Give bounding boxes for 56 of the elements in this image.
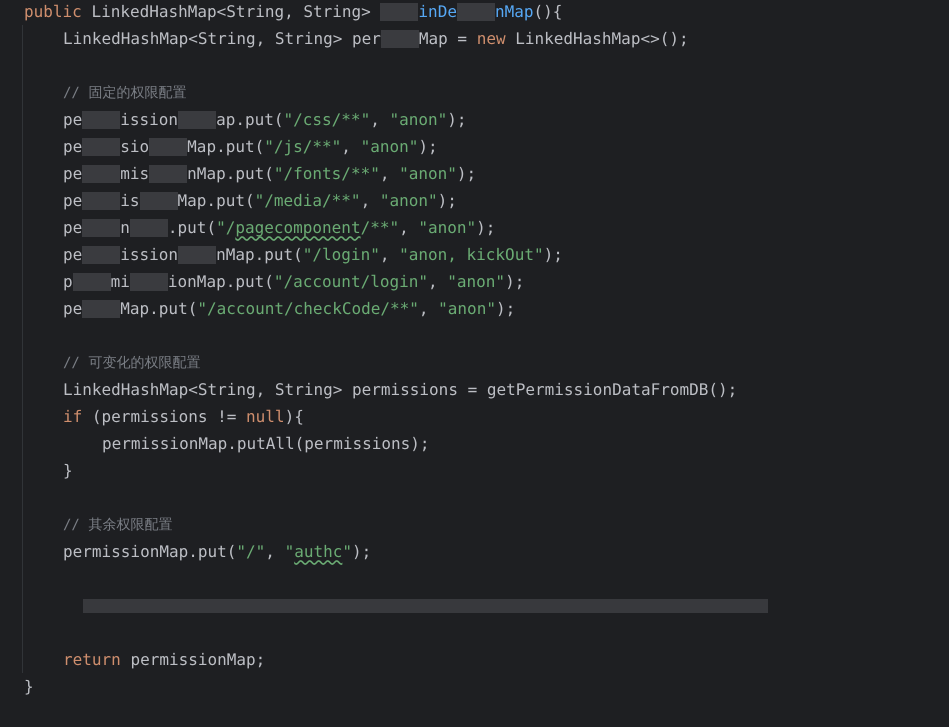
- redaction-blur: [140, 192, 178, 210]
- code-text: pe: [63, 108, 82, 130]
- code-text: pe: [63, 244, 82, 266]
- redaction-blur: [82, 218, 120, 236]
- redaction-blur: [380, 2, 418, 20]
- code-comment: // 其余权限配置: [63, 516, 172, 535]
- redaction-blur: [149, 138, 188, 156]
- redaction-blur: [82, 246, 120, 264]
- code-text: }: [24, 676, 34, 698]
- code-text: nMap.put("/fonts/**", "anon");: [187, 162, 476, 184]
- redaction-blur: [178, 110, 216, 128]
- code-text: return permissionMap;: [63, 648, 266, 670]
- code-text: LinkedHashMap<String, String> permissions = getPermissionDataFromDB();: [63, 378, 738, 400]
- code-text: Map.put("/js/**", "anon");: [187, 136, 438, 158]
- redaction-blur: [82, 110, 120, 128]
- code-text: public LinkedHashMap<String, String>: [24, 0, 372, 22]
- code-text: ap.put("/css/**", "anon");: [216, 108, 467, 130]
- code-text: ission: [120, 244, 178, 266]
- redaction-blur: [130, 218, 168, 236]
- redaction-blur: [82, 300, 120, 318]
- redaction-blur: [149, 164, 188, 182]
- code-text: mis: [120, 162, 150, 184]
- redaction-blur: [82, 138, 120, 156]
- code-text: permissionMap.put("/", "authc");: [63, 540, 372, 562]
- code-text: inDe: [418, 0, 457, 22]
- code-text: pe: [63, 298, 82, 320]
- redaction-blur: [82, 192, 120, 210]
- redaction-blur: [380, 30, 419, 48]
- redaction-blur: [456, 2, 495, 20]
- code-text: LinkedHashMap<String, String> per: [63, 28, 381, 50]
- redaction-blur: [82, 164, 120, 182]
- code-text: pe: [63, 190, 82, 212]
- code-text: if (permissions != null){: [63, 406, 304, 428]
- code-text: }: [63, 460, 73, 482]
- code-text: pe: [63, 162, 82, 184]
- code-text: ionMap.put("/account/login", "anon");: [168, 270, 524, 292]
- code-text: is: [120, 190, 140, 212]
- code-comment: // 固定的权限配置: [63, 84, 186, 103]
- code-text: Map = new LinkedHashMap<>();: [418, 28, 689, 50]
- code-text: Map.put("/media/**", "anon");: [178, 190, 457, 212]
- code-text: pe: [63, 216, 82, 238]
- code-text: mi: [110, 270, 130, 292]
- code-text: ission: [120, 108, 178, 130]
- code-text: nMap(){: [494, 0, 562, 22]
- code-text: p: [63, 270, 73, 292]
- redaction-blur: [130, 272, 168, 290]
- code-text: sio: [120, 136, 150, 158]
- redaction-blur: [72, 272, 111, 290]
- code-text: nMap.put("/login", "anon, kickOut");: [216, 244, 563, 266]
- code-text: permissionMap.putAll(permissions);: [102, 432, 430, 454]
- code-text: .put("/pagecomponent/**", "anon");: [168, 216, 496, 238]
- code-text: pe: [63, 136, 82, 158]
- code-text: n: [120, 216, 130, 238]
- code-text: Map.put("/account/checkCode/**", "anon");: [120, 298, 516, 320]
- code-comment: // 可变化的权限配置: [63, 354, 200, 373]
- redaction-blur: [178, 246, 216, 264]
